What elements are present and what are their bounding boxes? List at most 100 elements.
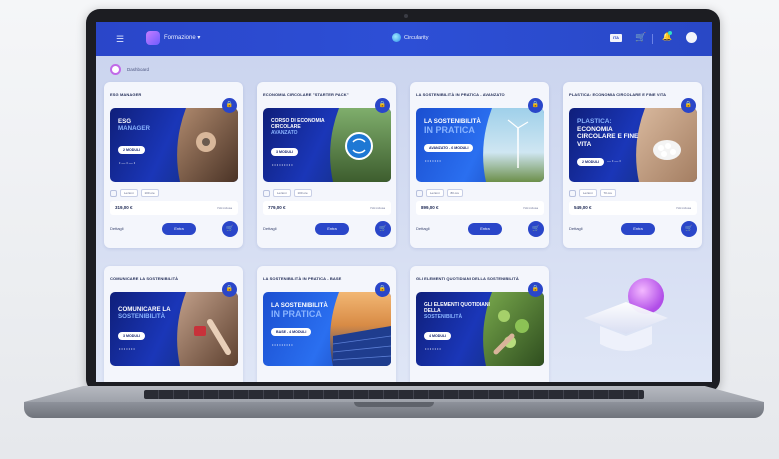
price: 319,00 € <box>115 205 133 210</box>
details-link[interactable]: Dettagli <box>569 226 583 231</box>
app-screen: ☰ Formazione ▾ Circularity ITA 🛒 🔔 Dashb… <box>96 22 712 382</box>
banner-title: LA SOSTENIBILITÀ IN PRATICA <box>271 302 337 319</box>
tag-icon <box>110 189 117 197</box>
modules-pill: 3 MODULI <box>271 148 299 156</box>
progress-dots: •—•—• <box>119 160 137 165</box>
tag-icon <box>416 189 423 197</box>
progress-dots: ••••••• <box>425 158 442 163</box>
keyboard <box>144 390 644 399</box>
card-title: LA SOSTENIBILITÀ IN PRATICA - AVANZATO <box>416 92 505 97</box>
price-row: 899,00 € IVA inclusa <box>416 201 544 215</box>
tag-row: Lezioni 70 ore <box>569 189 617 197</box>
avatar[interactable] <box>686 32 697 43</box>
enter-button[interactable]: Entra <box>621 223 655 235</box>
tag: 100 ore <box>293 189 312 197</box>
add-to-cart-icon[interactable]: 🛒 <box>681 221 697 237</box>
course-banner: ESG MANAGER 2 MODULI •—•—• <box>110 108 238 182</box>
lock-icon: 🔒 <box>222 282 237 297</box>
modules-pill: BASE - 4 MODULI <box>271 328 312 336</box>
details-link[interactable]: Dettagli <box>110 226 124 231</box>
banner-title: CORSO DI ECONOMIA CIRCOLARE AVANZATO <box>271 118 337 136</box>
price: 779,00 € <box>268 205 286 210</box>
graduation-cap-icon <box>584 278 668 351</box>
brand-name: Circularity <box>404 34 429 41</box>
lock-icon: 🔒 <box>681 98 696 113</box>
cart-icon[interactable]: 🛒 <box>635 32 646 43</box>
banner-line1: PLASTICA: <box>577 118 612 125</box>
add-to-cart-icon[interactable]: 🛒 <box>528 221 544 237</box>
course-card[interactable]: ESG MANAGER 🔒 ESG MANAGER 2 MODULI •—•—•… <box>104 82 243 248</box>
lock-icon: 🔒 <box>222 98 237 113</box>
home-icon[interactable] <box>110 64 121 75</box>
lock-icon: 🔒 <box>528 282 543 297</box>
formazione-menu[interactable]: Formazione ▾ <box>164 34 200 41</box>
banner-photo <box>483 292 544 366</box>
banner-photo <box>177 108 238 182</box>
progress-dots: —•—• <box>607 158 622 163</box>
vat-note: IVA inclusa <box>217 206 232 210</box>
course-banner: GLI ELEMENTI QUOTIDIANI DELLA SOSTENIBIL… <box>416 292 544 366</box>
course-card[interactable]: ECONOMIA CIRCOLARE "STARTER PACK" 🔒 CORS… <box>257 82 396 248</box>
card-title: GLI ELEMENTI QUOTIDIANI DELLA SOSTENIBIL… <box>416 276 519 281</box>
card-title: COMUNICARE LA SOSTENIBILITÀ <box>110 276 179 281</box>
add-to-cart-icon[interactable]: 🛒 <box>375 221 391 237</box>
lock-icon: 🔒 <box>528 98 543 113</box>
banner-photo <box>177 292 238 366</box>
webcam <box>404 14 408 18</box>
modules-pill: 3 MODULI <box>118 332 146 340</box>
modules-pill: 4 MODULI <box>424 332 452 340</box>
banner-photo <box>330 292 391 366</box>
top-bar: ☰ Formazione ▾ Circularity ITA 🛒 🔔 <box>96 22 712 56</box>
banner-title: ESG MANAGER <box>118 118 184 132</box>
tag: Lezioni <box>120 189 138 197</box>
menu-icon[interactable]: ☰ <box>116 34 124 45</box>
course-card[interactable]: LA SOSTENIBILITÀ IN PRATICA - AVANZATO 🔒… <box>410 82 549 248</box>
modules-pill: AVANZATO - 6 MODULI <box>424 144 474 152</box>
course-card[interactable]: PLASTICA: ECONOMIA CIRCOLARE E FINE VITA… <box>563 82 702 248</box>
progress-dots: ••••••••• <box>272 162 294 167</box>
course-card[interactable]: LA SOSTENIBILITÀ IN PRATICA - BASE 🔒 LA … <box>257 266 396 382</box>
course-banner: LA SOSTENIBILITÀ IN PRATICA BASE - 4 MOD… <box>263 292 391 366</box>
banner-line2: IN PRATICA <box>271 309 322 319</box>
card-title: PLASTICA: ECONOMIA CIRCOLARE E FINE VITA <box>569 92 667 97</box>
details-link[interactable]: Dettagli <box>263 226 277 231</box>
course-banner: LA SOSTENIBILITÀ IN PRATICA AVANZATO - 6… <box>416 108 544 182</box>
tag: Lezioni <box>426 189 444 197</box>
card-title: ECONOMIA CIRCOLARE "STARTER PACK" <box>263 92 349 97</box>
divider <box>652 34 653 44</box>
details-link[interactable]: Dettagli <box>416 226 430 231</box>
breadcrumb-label[interactable]: Dashboard <box>127 67 149 72</box>
tag-row: Lezioni 100 ore <box>263 189 312 197</box>
course-card[interactable]: GLI ELEMENTI QUOTIDIANI DELLA SOSTENIBIL… <box>410 266 549 382</box>
enter-button[interactable]: Entra <box>162 223 196 235</box>
brand-logo[interactable]: Circularity <box>392 33 428 42</box>
banner-line1: ESG <box>118 118 132 125</box>
lid-notch <box>354 402 434 407</box>
banner-line2: SOSTENIBILITÀ <box>118 313 166 320</box>
tag: 100 ore <box>140 189 159 197</box>
enter-button[interactable]: Entra <box>315 223 349 235</box>
banner-line1: GLI ELEMENTI QUOTIDIANI DELLA <box>424 302 490 314</box>
banner-title: PLASTICA: ECONOMIA CIRCOLARE E FINE VITA <box>577 118 643 148</box>
course-banner: COMUNICARE LA SOSTENIBILITÀ 3 MODULI •••… <box>110 292 238 366</box>
banner-line1: COMUNICARE LA <box>118 306 171 313</box>
progress-dots: ••••••• <box>425 346 442 351</box>
price-row: 549,00 € IVA inclusa <box>569 201 697 215</box>
card-title: LA SOSTENIBILITÀ IN PRATICA - BASE <box>263 276 342 281</box>
course-card[interactable]: COMUNICARE LA SOSTENIBILITÀ 🔒 COMUNICARE… <box>104 266 243 382</box>
card-actions: Dettagli Entra 🛒 <box>569 221 697 237</box>
tag: Lezioni <box>273 189 291 197</box>
tag-row: Lezioni 80 ore <box>416 189 464 197</box>
price-row: 779,00 € IVA inclusa <box>263 201 391 215</box>
language-flag[interactable]: ITA <box>610 34 622 42</box>
card-title: ESG MANAGER <box>110 92 142 97</box>
progress-dots: ••••••• <box>119 346 136 351</box>
banner-photo <box>483 108 544 182</box>
formazione-icon <box>146 31 160 45</box>
enter-button[interactable]: Entra <box>468 223 502 235</box>
tag-row: Lezioni 100 ore <box>110 189 159 197</box>
banner-line1: LA SOSTENIBILITÀ <box>424 118 481 125</box>
banner-title: GLI ELEMENTI QUOTIDIANI DELLA SOSTENIBIL… <box>424 302 490 320</box>
course-banner: CORSO DI ECONOMIA CIRCOLARE AVANZATO 3 M… <box>263 108 391 182</box>
add-to-cart-icon[interactable]: 🛒 <box>222 221 238 237</box>
